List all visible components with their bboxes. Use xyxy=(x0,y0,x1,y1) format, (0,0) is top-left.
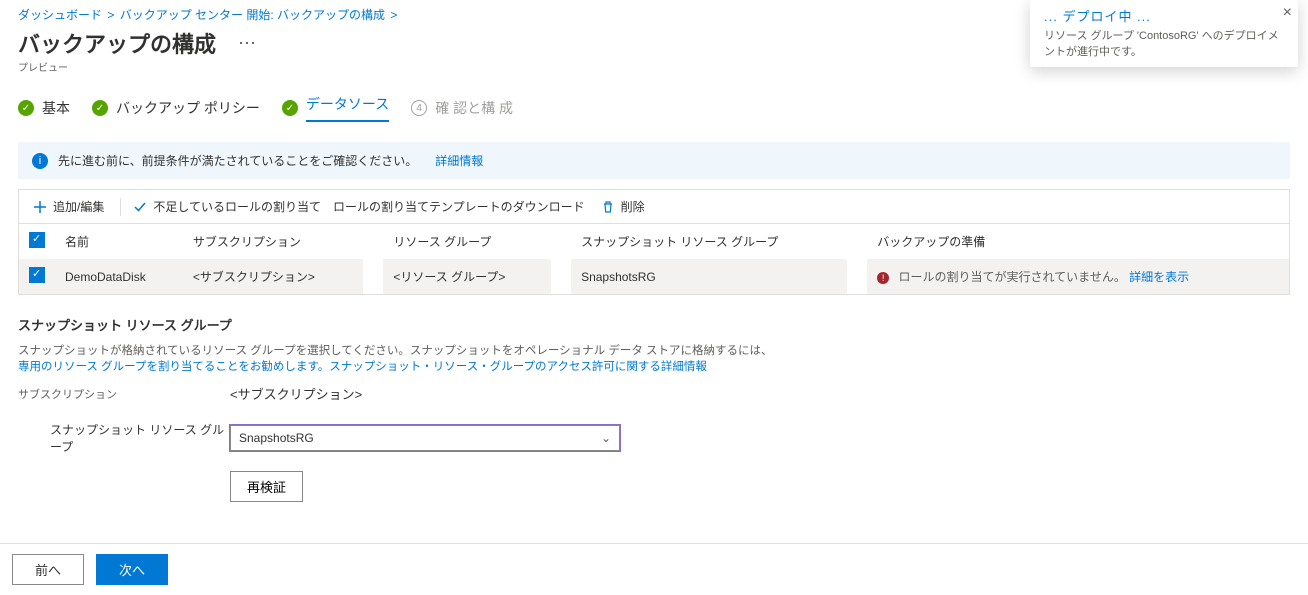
notification-title[interactable]: ... デプロイ中 ... xyxy=(1044,6,1288,25)
step-basic[interactable]: ✓ 基本 xyxy=(18,98,70,118)
wizard-footer: 前へ 次へ xyxy=(0,543,1308,595)
step-label: データソース xyxy=(306,94,389,122)
helper-link[interactable]: 専用のリソース グループを割り当てることをお勧めします。スナップショット・リソー… xyxy=(18,361,707,373)
datasource-table: 名前 サブスクリプション リソース グループ スナップショット リソース グルー… xyxy=(19,224,1289,294)
cell-rg: <リソース グループ> xyxy=(383,259,551,294)
chevron-right-icon: > xyxy=(390,8,397,22)
trash-icon xyxy=(601,200,615,214)
row-checkbox[interactable] xyxy=(29,267,45,283)
info-details-link[interactable]: 詳細情報 xyxy=(435,152,483,169)
step-review: 4 確 認と構 成 xyxy=(411,98,513,118)
separator xyxy=(120,198,121,216)
check-icon: ✓ xyxy=(282,100,298,116)
assign-missing-roles-button[interactable]: 不足しているロールの割り当て xyxy=(127,196,327,217)
step-label: バックアップ ポリシー xyxy=(116,98,260,118)
check-icon: ✓ xyxy=(18,100,34,116)
table-row[interactable]: DemoDataDisk <サブスクリプション> <リソース グループ> Sna… xyxy=(19,259,1289,294)
download-template-button[interactable]: ロールの割り当てテンプレートのダウンロード xyxy=(327,196,591,217)
tool-label: ロールの割り当てテンプレートのダウンロード xyxy=(333,198,585,215)
snapshot-rg-select[interactable]: SnapshotsRG ⌄ xyxy=(230,425,620,451)
cell-name: DemoDataDisk xyxy=(55,259,183,294)
info-bar: i 先に進む前に、前提条件が満たされていることをご確認ください。 詳細情報 xyxy=(18,142,1290,179)
close-icon[interactable]: × xyxy=(1283,4,1292,22)
select-all-checkbox[interactable] xyxy=(29,232,45,248)
step-number-icon: 4 xyxy=(411,100,427,116)
table-header-row: 名前 サブスクリプション リソース グループ スナップショット リソース グルー… xyxy=(19,224,1289,259)
delete-button[interactable]: 削除 xyxy=(595,196,651,217)
col-rg: リソース グループ xyxy=(383,224,551,259)
tool-label: 追加/編集 xyxy=(53,198,104,215)
status-text: ロールの割り当てが実行されていません。 xyxy=(899,270,1126,284)
cell-subscription: <サブスクリプション> xyxy=(183,259,363,294)
toolbar: 追加/編集 不足しているロールの割り当て ロールの割り当てテンプレートのダウンロ… xyxy=(19,190,1289,224)
info-icon: i xyxy=(32,153,48,169)
page-title: バックアップの構成 xyxy=(18,27,216,59)
col-snapshot-rg: スナップショット リソース グループ xyxy=(571,224,847,259)
add-edit-button[interactable]: 追加/編集 xyxy=(27,196,110,217)
step-label: 基本 xyxy=(42,98,70,118)
subscription-field: サブスクリプション <サブスクリプション> xyxy=(18,384,1290,403)
detail-link[interactable]: 詳細を表示 xyxy=(1129,270,1189,284)
snapshot-rg-heading: スナップショット リソース グループ xyxy=(18,315,1290,334)
col-subscription: サブスクリプション xyxy=(183,224,363,259)
prev-button[interactable]: 前へ xyxy=(12,554,84,585)
revalidate-button[interactable]: 再検証 xyxy=(230,471,303,502)
chevron-down-icon: ⌄ xyxy=(601,431,611,445)
step-datasource[interactable]: ✓ データソース xyxy=(282,94,389,122)
breadcrumb-item[interactable]: ダッシュボード xyxy=(18,8,102,22)
step-label: 確 認と構 成 xyxy=(435,98,513,118)
datasource-panel: 追加/編集 不足しているロールの割り当て ロールの割り当てテンプレートのダウンロ… xyxy=(18,189,1290,295)
col-backup-ready: バックアップの準備 xyxy=(867,224,1289,259)
plus-icon xyxy=(33,200,47,214)
snapshot-rg-field: スナップショット リソース グループ SnapshotsRG ⌄ xyxy=(18,421,1290,455)
breadcrumb-item[interactable]: バックアップ センター 開始: バックアップの構成 xyxy=(120,8,385,22)
cell-backup-ready: ! ロールの割り当てが実行されていません。 詳細を表示 xyxy=(867,259,1289,294)
select-value: SnapshotsRG xyxy=(239,431,314,445)
cell-snapshot-rg: SnapshotsRG xyxy=(571,259,847,294)
check-icon xyxy=(133,200,147,214)
tool-label: 不足しているロールの割り当て xyxy=(153,198,321,215)
subscription-label: サブスクリプション xyxy=(18,386,230,402)
check-icon: ✓ xyxy=(92,100,108,116)
tool-label: 削除 xyxy=(621,198,645,215)
subscription-value: <サブスクリプション> xyxy=(230,384,362,403)
helper-line1: スナップショットが格納されているリソース グループを選択してください。スナップシ… xyxy=(18,345,773,357)
wizard-steps: ✓ 基本 ✓ バックアップ ポリシー ✓ データソース 4 確 認と構 成 xyxy=(0,82,1308,128)
step-policy[interactable]: ✓ バックアップ ポリシー xyxy=(92,98,260,118)
deploy-notification: × ... デプロイ中 ... リソース グループ 'ContosoRG' への… xyxy=(1030,0,1298,67)
info-text: 先に進む前に、前提条件が満たされていることをご確認ください。 xyxy=(58,152,417,169)
revalidate-row: 再検証 xyxy=(18,465,1290,502)
chevron-right-icon: > xyxy=(107,8,114,22)
snapshot-rg-label: スナップショット リソース グループ xyxy=(50,421,230,455)
snapshot-rg-helper: スナップショットが格納されているリソース グループを選択してください。スナップシ… xyxy=(18,342,1290,374)
error-icon: ! xyxy=(877,272,889,284)
notification-body: リソース グループ 'ContosoRG' へのデプロイメントが進行中です。 xyxy=(1044,27,1288,59)
col-name: 名前 xyxy=(55,224,183,259)
more-button[interactable]: ⋯ xyxy=(230,31,264,56)
next-button[interactable]: 次へ xyxy=(96,554,168,585)
